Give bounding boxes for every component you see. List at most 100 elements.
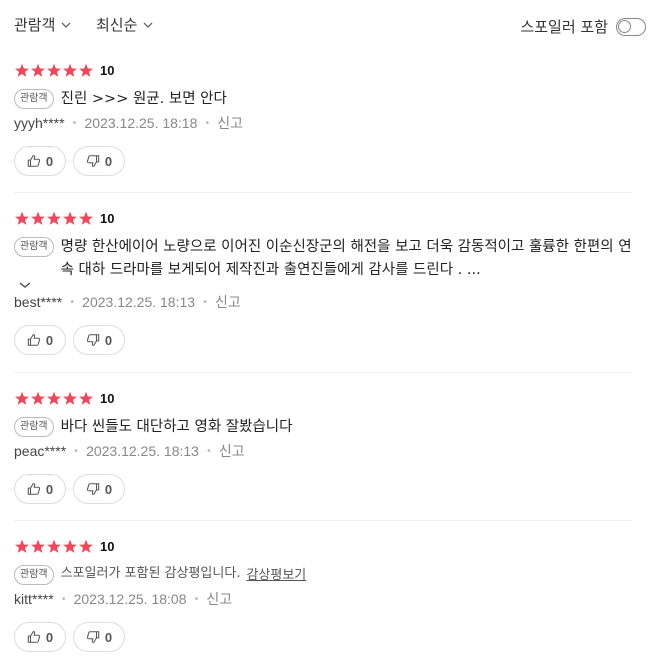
filter-bar: 관람객 최신순 스포일러 포함: [0, 0, 651, 50]
review-date: 2023.12.25. 18:13: [82, 294, 196, 310]
separator-dot: •: [73, 445, 80, 457]
like-count: 0: [45, 481, 54, 497]
review-content: 관람객 진린 >>> 원균. 보면 안다: [14, 88, 621, 111]
thumbs-up-icon: [27, 483, 40, 495]
separator-dot: •: [60, 593, 67, 605]
report-link[interactable]: 신고: [215, 292, 241, 312]
spoiler-notice: 스포일러가 포함된 감상평입니다.: [60, 566, 241, 581]
star-icon: [15, 539, 29, 553]
star-icon: [47, 539, 61, 553]
username: yyyh****: [14, 115, 65, 131]
thumbs-down-icon: [86, 155, 100, 167]
audience-badge: 관람객: [14, 237, 54, 257]
dislike-button[interactable]: 0: [73, 474, 125, 504]
dislike-count: 0: [104, 153, 113, 169]
review-content: 관람객 명량 한산에이어 노량으로 이어진 이순신장군의 해전을 보고 더욱 감…: [14, 236, 636, 282]
vote-buttons: 0 0: [14, 325, 132, 355]
like-button[interactable]: 0: [14, 325, 66, 355]
thumbs-down-icon: [86, 334, 100, 346]
sort-label: 최신순: [96, 16, 138, 34]
audience-badge: 관람객: [14, 565, 54, 585]
audience-badge: 관람객: [14, 89, 54, 109]
rating: 10: [14, 391, 114, 406]
divider: [14, 192, 632, 193]
audience-badge: 관람객: [14, 417, 54, 437]
username: best****: [14, 294, 63, 310]
separator-dot: •: [205, 445, 212, 457]
star-rating: [14, 539, 94, 554]
thumbs-up-icon: [27, 631, 40, 643]
star-icon: [63, 391, 77, 405]
like-button[interactable]: 0: [14, 146, 66, 176]
star-icon: [47, 391, 61, 405]
review-date: 2023.12.25. 18:18: [84, 115, 198, 131]
review-meta: best**** • 2023.12.25. 18:13 • 신고: [14, 292, 241, 312]
audience-filter-dropdown[interactable]: 관람객: [14, 14, 72, 35]
rating-score: 10: [100, 391, 115, 406]
rating: 10: [14, 211, 114, 226]
rating-score: 10: [100, 63, 115, 78]
vote-buttons: 0 0: [14, 146, 132, 176]
star-icon: [47, 211, 61, 225]
thumbs-up-icon: [27, 334, 40, 346]
separator-dot: •: [204, 117, 211, 129]
report-link[interactable]: 신고: [206, 589, 232, 609]
dislike-count: 0: [104, 629, 113, 645]
vote-buttons: 0 0: [14, 474, 132, 504]
chevron-down-icon: [143, 22, 153, 28]
dislike-button[interactable]: 0: [73, 146, 125, 176]
dislike-button[interactable]: 0: [73, 325, 125, 355]
star-icon: [63, 539, 77, 553]
like-count: 0: [45, 153, 54, 169]
sort-dropdown[interactable]: 최신순: [96, 14, 154, 35]
report-link[interactable]: 신고: [217, 113, 243, 133]
spoiler-toggle[interactable]: [616, 17, 646, 36]
star-icon: [79, 391, 93, 405]
view-review-link[interactable]: 감상평보기: [246, 564, 306, 583]
dislike-count: 0: [104, 481, 113, 497]
like-count: 0: [45, 332, 54, 348]
like-button[interactable]: 0: [14, 622, 66, 652]
divider: [14, 520, 632, 521]
star-icon: [15, 211, 29, 225]
star-icon: [15, 63, 29, 77]
like-button[interactable]: 0: [14, 474, 66, 504]
star-icon: [31, 63, 45, 77]
star-rating: [14, 63, 94, 78]
toggle-knob: [618, 19, 631, 33]
thumbs-down-icon: [86, 631, 100, 643]
username: peac****: [14, 443, 67, 459]
spoiler-toggle-group: 스포일러 포함: [520, 16, 646, 37]
review-text: 명량 한산에이어 노량으로 이어진 이순신장군의 해전을 보고 더욱 감동적이고…: [60, 239, 632, 278]
review-date: 2023.12.25. 18:13: [86, 443, 199, 459]
star-icon: [31, 391, 45, 405]
chevron-down-icon: [61, 22, 71, 28]
expand-chevron-icon[interactable]: [18, 280, 32, 290]
separator-dot: •: [202, 296, 208, 308]
star-icon: [63, 63, 77, 77]
rating: 10: [14, 539, 114, 554]
report-link[interactable]: 신고: [219, 441, 245, 461]
audience-filter-label: 관람객: [14, 16, 56, 34]
rating: 10: [14, 63, 114, 78]
star-rating: [14, 391, 94, 406]
separator-dot: •: [193, 593, 200, 605]
star-icon: [31, 539, 45, 553]
star-icon: [79, 539, 93, 553]
thumbs-up-icon: [27, 155, 40, 167]
review-content: 관람객 스포일러가 포함된 감상평입니다. 감상평보기: [14, 564, 306, 585]
divider: [14, 372, 632, 373]
review-meta: yyyh**** • 2023.12.25. 18:18 • 신고: [14, 113, 243, 133]
star-icon: [47, 63, 61, 77]
like-count: 0: [45, 629, 54, 645]
review-meta: peac**** • 2023.12.25. 18:13 • 신고: [14, 441, 245, 461]
review-meta: kitt**** • 2023.12.25. 18:08 • 신고: [14, 589, 232, 609]
star-icon: [63, 211, 77, 225]
rating-score: 10: [100, 539, 115, 554]
star-icon: [31, 211, 45, 225]
star-rating: [14, 211, 94, 226]
star-icon: [79, 211, 93, 225]
dislike-button[interactable]: 0: [73, 622, 125, 652]
review-text: 진린 >>> 원균. 보면 안다: [60, 91, 227, 107]
dislike-count: 0: [104, 332, 113, 348]
